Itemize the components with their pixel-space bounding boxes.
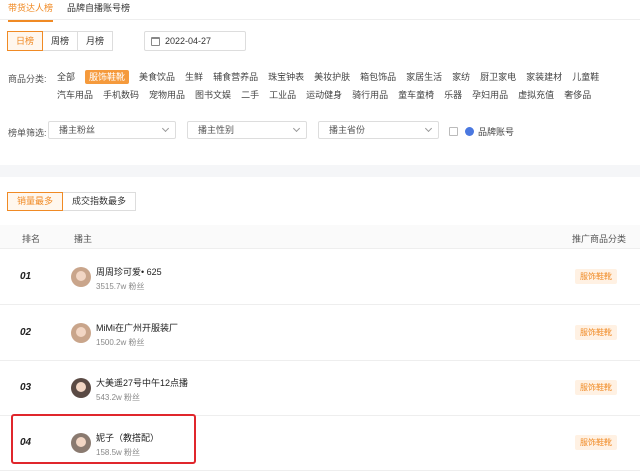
table-row[interactable]: 01 周周珍可爱• 625 3515.7w 粉丝 服饰鞋靴 — [0, 250, 640, 305]
fans-select-value: 播主粉丝 — [59, 125, 96, 135]
category-item[interactable]: 厨卫家电 — [480, 70, 516, 84]
category-item[interactable]: 家装建材 — [526, 70, 562, 84]
table-header: 排名 播主 推广商品分类 — [0, 225, 640, 249]
ranking-tabs: 带货达人榜 品牌自播账号榜 — [0, 0, 640, 22]
fan-count: 3515.7w 粉丝 — [96, 282, 145, 291]
category-badge: 服饰鞋靴 — [575, 435, 617, 450]
date-picker[interactable]: 2022-04-27 — [144, 31, 246, 51]
weekly-button[interactable]: 周榜 — [42, 31, 79, 51]
category-item[interactable]: 辅食营养品 — [213, 70, 258, 84]
province-select[interactable]: 播主省份 — [318, 121, 439, 139]
category-column-header: 推广商品分类 — [572, 234, 627, 244]
host-name[interactable]: 周周珍可爱• 625 — [96, 265, 162, 278]
highlight-box — [11, 414, 196, 464]
fans-select[interactable]: 播主粉丝 — [48, 121, 176, 139]
calendar-icon — [151, 36, 160, 46]
rank-number: 02 — [20, 327, 32, 338]
section-divider — [0, 165, 640, 177]
table-row[interactable]: 03 大美遥27号中午12点播 543.2w 粉丝 服饰鞋靴 — [0, 361, 640, 416]
category-row-2: 汽车用品 手机数码 宠物用品 图书文娱 二手 工业品 运动健身 骑行用品 童车童… — [57, 88, 601, 102]
gender-select[interactable]: 播主性别 — [187, 121, 307, 139]
category-item[interactable]: 全部 — [57, 70, 75, 84]
category-item[interactable]: 家居生活 — [406, 70, 442, 84]
sort-by-deal-index-button[interactable]: 成交指数最多 — [62, 192, 137, 211]
category-item[interactable]: 手机数码 — [103, 88, 139, 102]
chevron-down-icon — [424, 124, 433, 133]
daily-button[interactable]: 日榜 — [7, 31, 44, 51]
category-item[interactable]: 图书文娱 — [195, 88, 231, 102]
category-item[interactable]: 家纺 — [452, 70, 470, 84]
category-badge: 服饰鞋靴 — [575, 269, 617, 284]
category-item[interactable]: 儿童鞋 — [572, 70, 599, 84]
sort-by-sales-button[interactable]: 销量最多 — [7, 192, 64, 211]
rank-column-header: 排名 — [22, 234, 41, 244]
rank-number: 03 — [20, 382, 32, 393]
sort-switch: 销量最多 成交指数最多 — [7, 192, 137, 211]
category-item[interactable]: 奢侈品 — [564, 88, 591, 102]
rank-number: 01 — [20, 271, 32, 282]
brand-account-icon — [465, 127, 474, 136]
fan-count: 543.2w 粉丝 — [96, 393, 141, 402]
category-item[interactable]: 二手 — [241, 88, 259, 102]
period-switch: 日榜 周榜 月榜 — [7, 31, 114, 51]
category-item[interactable]: 箱包饰品 — [360, 70, 396, 84]
category-item[interactable]: 工业品 — [269, 88, 296, 102]
fan-count: 1500.2w 粉丝 — [96, 338, 145, 347]
category-item-selected[interactable]: 服饰鞋靴 — [85, 70, 130, 84]
category-item[interactable]: 汽车用品 — [57, 88, 93, 102]
brand-checkbox-label: 品牌账号 — [478, 127, 515, 137]
tab-influencer-ranking[interactable]: 带货达人榜 — [8, 0, 54, 22]
filter-label: 榜单筛选: — [8, 128, 47, 138]
host-name[interactable]: MiMi在广州开服装厂 — [96, 321, 178, 334]
host-name[interactable]: 大美遥27号中午12点播 — [96, 376, 188, 389]
avatar[interactable] — [71, 267, 91, 287]
chevron-down-icon — [292, 124, 301, 133]
table-row[interactable]: 02 MiMi在广州开服装厂 1500.2w 粉丝 服饰鞋靴 — [0, 306, 640, 361]
category-item[interactable]: 虚拟充值 — [518, 88, 554, 102]
brand-account-filter[interactable]: 品牌账号 — [449, 125, 514, 138]
category-item[interactable]: 童车童椅 — [398, 88, 434, 102]
avatar[interactable] — [71, 323, 91, 343]
avatar[interactable] — [71, 378, 91, 398]
province-select-value: 播主省份 — [329, 125, 366, 135]
category-badge: 服饰鞋靴 — [575, 380, 617, 395]
category-item[interactable]: 珠宝钟表 — [268, 70, 304, 84]
category-item[interactable]: 美妆护肤 — [314, 70, 350, 84]
category-item[interactable]: 美食饮品 — [139, 70, 175, 84]
category-label: 商品分类: — [8, 74, 47, 84]
host-column-header: 播主 — [74, 234, 93, 244]
category-item[interactable]: 宠物用品 — [149, 88, 185, 102]
category-badge: 服饰鞋靴 — [575, 325, 617, 340]
date-value: 2022-04-27 — [165, 36, 212, 46]
chevron-down-icon — [161, 124, 170, 133]
brand-checkbox[interactable] — [449, 127, 458, 136]
gender-select-value: 播主性别 — [198, 125, 235, 135]
category-item[interactable]: 骑行用品 — [352, 88, 388, 102]
category-item[interactable]: 乐器 — [444, 88, 462, 102]
category-item[interactable]: 孕妇用品 — [472, 88, 508, 102]
category-item[interactable]: 运动健身 — [306, 88, 342, 102]
category-row-1: 全部 服饰鞋靴 美食饮品 生鲜 辅食营养品 珠宝钟表 美妆护肤 箱包饰品 家居生… — [57, 70, 609, 84]
tab-brand-account-ranking[interactable]: 品牌自播账号榜 — [67, 0, 130, 19]
category-item[interactable]: 生鲜 — [185, 70, 203, 84]
monthly-button[interactable]: 月榜 — [77, 31, 114, 51]
